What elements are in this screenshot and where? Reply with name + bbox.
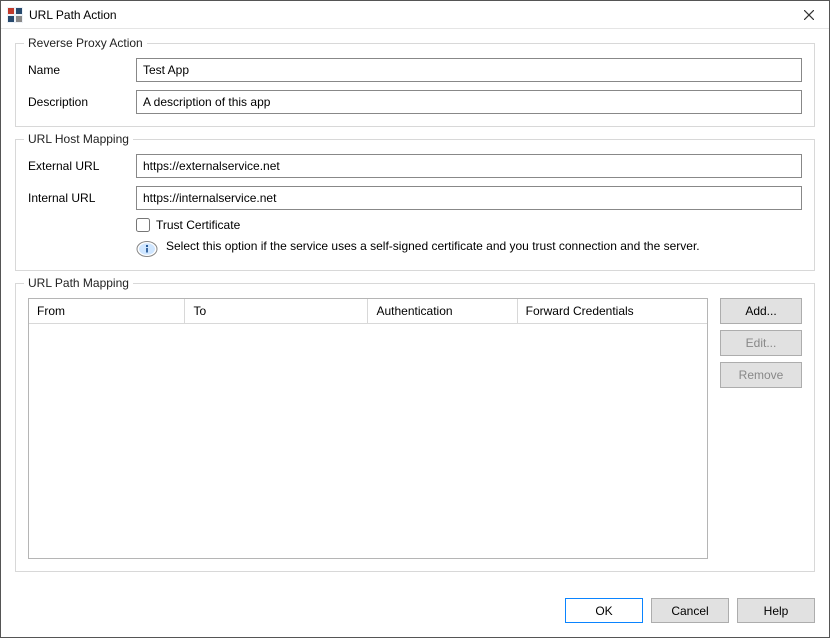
add-button[interactable]: Add... <box>720 298 802 324</box>
help-button[interactable]: Help <box>737 598 815 623</box>
path-mapping-buttons: Add... Edit... Remove <box>720 298 802 559</box>
reverse-proxy-legend: Reverse Proxy Action <box>24 36 147 50</box>
info-icon <box>136 240 158 258</box>
reverse-proxy-group: Reverse Proxy Action Name Description <box>15 43 815 127</box>
dialog-window: URL Path Action Reverse Proxy Action Nam… <box>0 0 830 638</box>
close-icon[interactable] <box>789 1 829 29</box>
trust-certificate-label: Trust Certificate <box>156 218 240 232</box>
description-input[interactable] <box>136 90 802 114</box>
name-label: Name <box>28 63 136 77</box>
col-to[interactable]: To <box>185 299 368 323</box>
description-label: Description <box>28 95 136 109</box>
trust-certificate-checkbox[interactable] <box>136 218 150 232</box>
path-mapping-group: URL Path Mapping From To <box>15 283 815 572</box>
window-title: URL Path Action <box>29 8 789 22</box>
col-auth[interactable]: Authentication <box>368 299 517 323</box>
app-icon <box>7 7 23 23</box>
col-from[interactable]: From <box>29 299 185 323</box>
external-url-input[interactable] <box>136 154 802 178</box>
dialog-footer: OK Cancel Help <box>1 588 829 637</box>
path-mapping-legend: URL Path Mapping <box>24 276 133 290</box>
internal-url-label: Internal URL <box>28 191 136 205</box>
host-mapping-group: URL Host Mapping External URL Internal U… <box>15 139 815 271</box>
internal-url-input[interactable] <box>136 186 802 210</box>
path-mapping-table[interactable]: From To Authentication Forward Credentia… <box>28 298 708 559</box>
name-input[interactable] <box>136 58 802 82</box>
trust-info-text: Select this option if the service uses a… <box>166 238 700 254</box>
ok-button[interactable]: OK <box>565 598 643 623</box>
host-mapping-legend: URL Host Mapping <box>24 132 133 146</box>
dialog-body: Reverse Proxy Action Name Description UR… <box>1 29 829 588</box>
edit-button[interactable]: Edit... <box>720 330 802 356</box>
cancel-button[interactable]: Cancel <box>651 598 729 623</box>
remove-button[interactable]: Remove <box>720 362 802 388</box>
title-bar: URL Path Action <box>1 1 829 29</box>
external-url-label: External URL <box>28 159 136 173</box>
col-forward[interactable]: Forward Credentials <box>517 299 707 323</box>
